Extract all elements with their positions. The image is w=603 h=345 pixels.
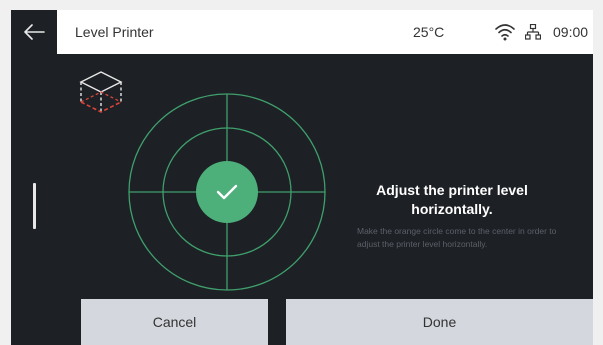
level-bubble bbox=[196, 161, 258, 223]
checkmark-icon bbox=[216, 184, 238, 200]
page-title: Level Printer bbox=[75, 24, 154, 40]
printer-screen: Level Printer 25°C 09:00 Adjust the prin… bbox=[11, 10, 593, 345]
wifi-icon bbox=[495, 24, 515, 41]
level-content: Adjust the printer level horizontally. M… bbox=[57, 54, 593, 345]
clock: 09:00 bbox=[553, 24, 589, 40]
done-button[interactable]: Done bbox=[286, 299, 593, 345]
back-button[interactable] bbox=[11, 10, 57, 54]
side-drawer-handle[interactable] bbox=[33, 183, 36, 229]
left-rail bbox=[11, 10, 57, 345]
instructions-title: Adjust the printer level horizontally. bbox=[376, 182, 528, 217]
header-bar: Level Printer 25°C 09:00 bbox=[57, 10, 593, 54]
cancel-button[interactable]: Cancel bbox=[81, 299, 268, 345]
arrow-left-icon bbox=[24, 24, 45, 40]
network-icon bbox=[525, 24, 541, 40]
temperature-readout: 25°C bbox=[413, 24, 445, 40]
cube-level-icon bbox=[79, 71, 123, 113]
instructions-body: Make the orange circle come to the cente… bbox=[357, 226, 557, 249]
